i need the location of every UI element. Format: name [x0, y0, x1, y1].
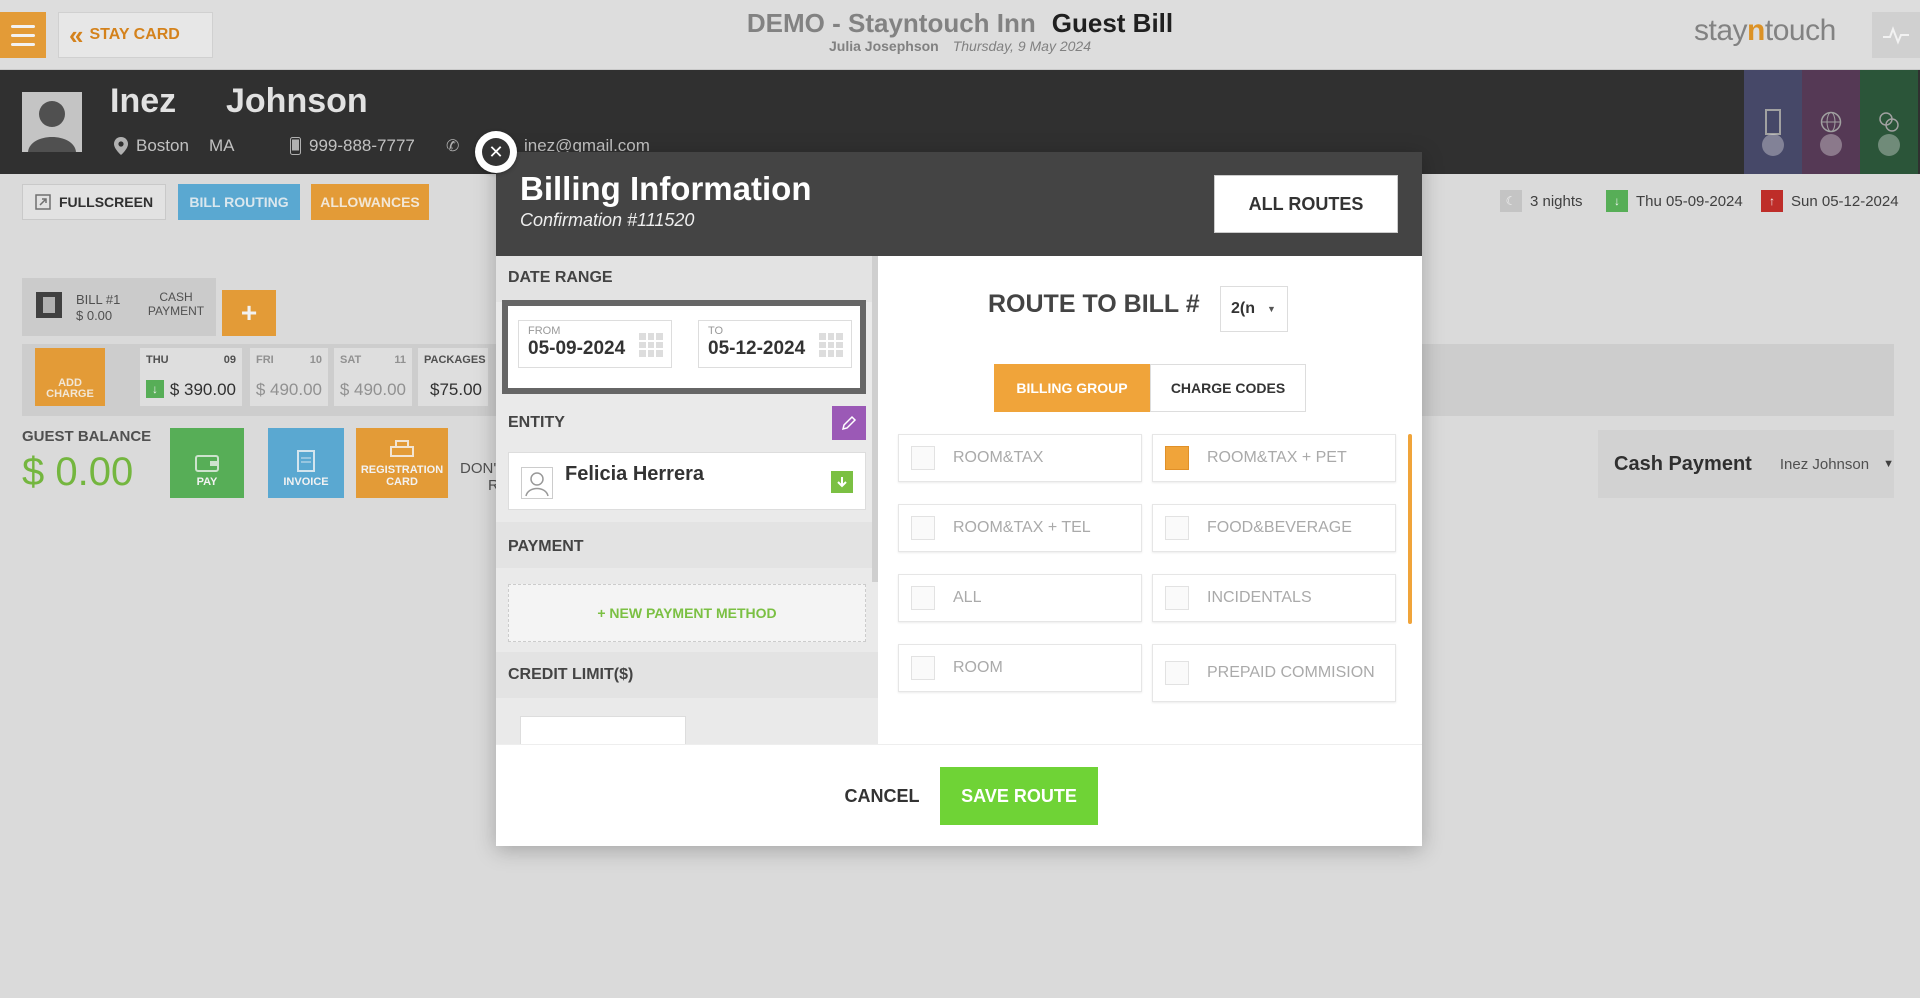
charge-codes-tab[interactable]: CHARGE CODES [1150, 364, 1306, 412]
route-to-bill-select[interactable]: 2(n ▼ [1220, 286, 1288, 332]
all-routes-button[interactable]: ALL ROUTES [1214, 175, 1398, 233]
group-option-room-tax[interactable]: ROOM&TAX [898, 434, 1142, 482]
checkbox[interactable] [1165, 586, 1189, 610]
user-icon [521, 467, 553, 499]
modal-footer: CANCEL SAVE ROUTE [496, 744, 1422, 846]
to-date-field[interactable]: TO 05-12-2024 [698, 320, 852, 368]
checkbox[interactable] [911, 586, 935, 610]
modal-title: Billing Information [520, 170, 812, 207]
checkbox[interactable] [911, 516, 935, 540]
checkbox[interactable] [1165, 516, 1189, 540]
checkbox[interactable] [911, 656, 935, 680]
billing-group-tab[interactable]: BILLING GROUP [994, 364, 1150, 412]
credit-limit-input[interactable] [520, 716, 686, 744]
calendar-icon [639, 333, 663, 357]
save-route-button[interactable]: SAVE ROUTE [940, 767, 1098, 825]
date-range-label: DATE RANGE [508, 269, 613, 286]
confirmation-number: Confirmation #111520 [520, 210, 695, 230]
group-option-room[interactable]: ROOM [898, 644, 1142, 692]
group-option-food-beverage[interactable]: FOOD&BEVERAGE [1152, 504, 1396, 552]
route-to-bill-label: ROUTE TO BILL # [988, 290, 1200, 318]
right-panel-scrollbar[interactable] [1408, 434, 1412, 624]
billing-left-panel: DATE RANGE FROM 05-09-2024 TO 05-12-2024… [496, 256, 878, 744]
group-option-all[interactable]: ALL [898, 574, 1142, 622]
payment-label: PAYMENT [508, 538, 584, 555]
group-option-room-tax-tel[interactable]: ROOM&TAX + TEL [898, 504, 1142, 552]
download-icon[interactable] [831, 471, 853, 493]
cancel-button[interactable]: CANCEL [822, 775, 942, 817]
group-option-prepaid-commision[interactable]: PREPAID COMMISION [1152, 644, 1396, 702]
close-icon: ✕ [482, 138, 510, 166]
billing-right-panel: ROUTE TO BILL # 2(n ▼ BILLING GROUP CHAR… [878, 256, 1422, 744]
entity-card[interactable]: Felicia Herrera [508, 452, 866, 510]
checkbox-checked[interactable] [1165, 446, 1189, 470]
date-range-box: FROM 05-09-2024 TO 05-12-2024 [502, 300, 866, 394]
edit-entity-button[interactable] [832, 406, 866, 440]
from-date-field[interactable]: FROM 05-09-2024 [518, 320, 672, 368]
caret-down-icon: ▼ [1267, 304, 1276, 314]
modal-header: Billing Information Confirmation #111520… [496, 152, 1422, 256]
credit-limit-label: CREDIT LIMIT($) [508, 666, 634, 683]
entity-name: Felicia Herrera [565, 463, 704, 485]
checkbox[interactable] [911, 446, 935, 470]
checkbox[interactable] [1165, 661, 1189, 685]
group-option-room-tax-pet[interactable]: ROOM&TAX + PET [1152, 434, 1396, 482]
new-payment-method-button[interactable]: + NEW PAYMENT METHOD [508, 584, 866, 642]
billing-information-modal: Billing Information Confirmation #111520… [496, 152, 1422, 846]
close-modal-button[interactable]: ✕ [475, 131, 517, 173]
calendar-icon [819, 333, 843, 357]
pencil-icon [841, 415, 857, 431]
entity-label: ENTITY [508, 414, 565, 431]
group-option-incidentals[interactable]: INCIDENTALS [1152, 574, 1396, 622]
